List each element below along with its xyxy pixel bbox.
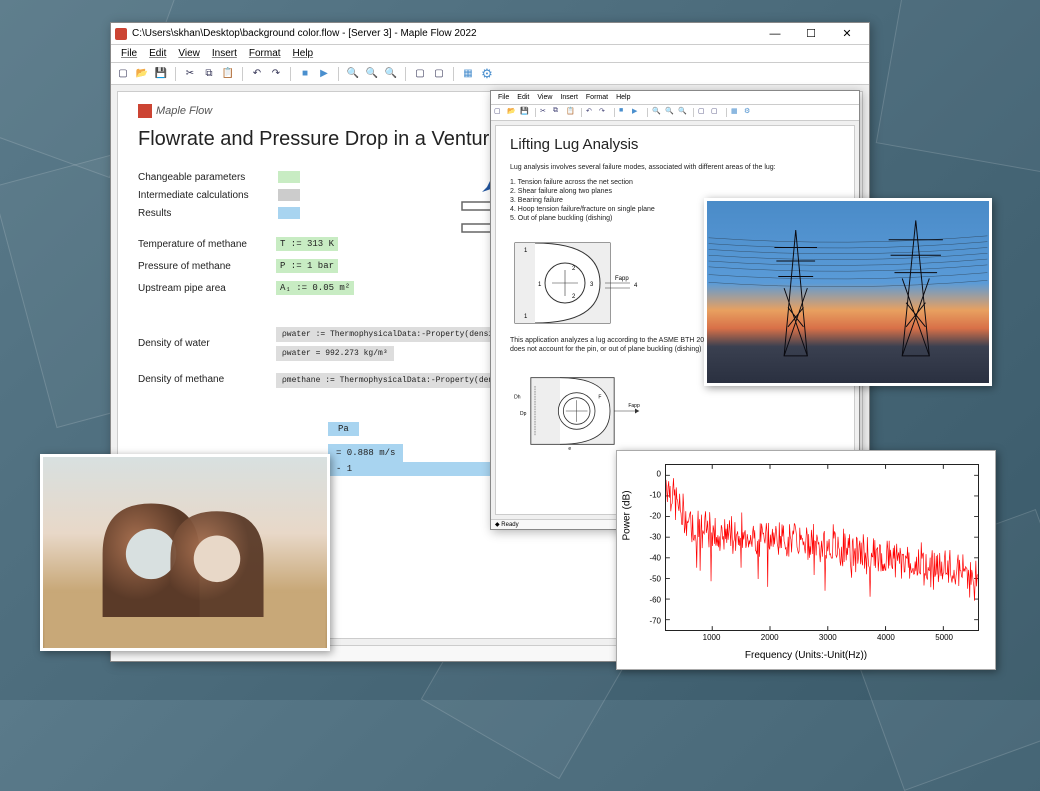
sec-toolbar: ▢ 📂 💾 ✂ ⧉ 📋 ↶ ↷ ■ ▶ 🔍 🔍 🔍 ▢ ▢ ▦ ⚙ — [491, 105, 859, 121]
density-water-label: Density of water — [138, 338, 268, 349]
sec-menu-format[interactable]: Format — [582, 94, 612, 101]
sec-gear-icon[interactable]: ⚙ — [744, 107, 755, 118]
sec-intro: Lug analysis involves several failure mo… — [510, 163, 840, 172]
sec-paste-icon[interactable]: 📋 — [566, 107, 577, 118]
sec-open-icon[interactable]: 📂 — [507, 107, 518, 118]
zoom-in-icon[interactable]: 🔍 — [345, 66, 361, 82]
menu-file[interactable]: File — [115, 48, 143, 59]
menu-format[interactable]: Format — [243, 48, 287, 59]
chart-ylabel: Power (dB) — [622, 490, 633, 540]
titlebar[interactable]: C:\Users\skhan\Desktop\background color.… — [111, 23, 869, 45]
doc-logo: Maple Flow — [138, 104, 212, 118]
sec-grid-icon[interactable]: ▦ — [731, 107, 742, 118]
open-icon[interactable]: 📂 — [134, 66, 150, 82]
minimize-button[interactable]: — — [757, 24, 793, 44]
param-area-value[interactable]: A₁ := 0.05 m² — [276, 281, 354, 295]
density-methane-label: Density of methane — [138, 374, 268, 385]
sec-save-icon[interactable]: 💾 — [520, 107, 531, 118]
sec-cut-icon[interactable]: ✂ — [540, 107, 551, 118]
svg-text:Dh: Dh — [514, 394, 521, 400]
svg-text:F: F — [598, 394, 601, 400]
save-icon[interactable]: 💾 — [153, 66, 169, 82]
sec-menu-edit[interactable]: Edit — [513, 94, 533, 101]
close-button[interactable]: ✕ — [829, 24, 865, 44]
list-item: 1. Tension failure across the net sectio… — [510, 178, 840, 187]
density-water-result: ρwater = 992.273 kg/m³ — [276, 346, 394, 361]
sec-stop-icon[interactable]: ■ — [619, 107, 630, 118]
paste-icon[interactable]: 📋 — [220, 66, 236, 82]
cut-icon[interactable]: ✂ — [182, 66, 198, 82]
spectrum-chart: Power (dB) Frequency (Units:-Unit(Hz)) 0… — [616, 450, 996, 670]
chart-xlabel: Frequency (Units:-Unit(Hz)) — [745, 650, 867, 661]
zoom-fit-icon[interactable]: 🔍 — [383, 66, 399, 82]
svg-text:Fapp: Fapp — [615, 276, 629, 282]
doc-logo-text: Maple Flow — [156, 105, 212, 117]
redo-icon[interactable]: ↷ — [268, 66, 284, 82]
legend-changeable: Changeable parameters — [138, 172, 268, 183]
maximize-button[interactable]: ☐ — [793, 24, 829, 44]
list-item: 2. Shear failure along two planes — [510, 187, 840, 196]
param-temp-value[interactable]: T := 313 K — [276, 237, 338, 251]
run-icon[interactable]: ▶ — [316, 66, 332, 82]
sec-zoom-in-icon[interactable]: 🔍 — [652, 107, 663, 118]
param-press-value[interactable]: P := 1 bar — [276, 259, 338, 273]
swatch-green — [278, 171, 300, 183]
param-press-label: Pressure of methane — [138, 261, 268, 272]
result-velocity: = 0.888 m/s — [328, 444, 403, 462]
sec-title: Lifting Lug Analysis — [510, 136, 840, 153]
undo-icon[interactable]: ↶ — [249, 66, 265, 82]
sec-zoom-out-icon[interactable]: 🔍 — [665, 107, 676, 118]
menu-help[interactable]: Help — [287, 48, 320, 59]
swatch-blue — [278, 207, 300, 219]
swatch-gray — [278, 189, 300, 201]
param-temp-label: Temperature of methane — [138, 239, 268, 250]
doc-icon[interactable]: ▢ — [412, 66, 428, 82]
sec-status-text: Ready — [501, 522, 518, 528]
svg-text:e: e — [568, 446, 571, 452]
mapleflow-logo-icon — [138, 104, 152, 118]
sec-undo-icon[interactable]: ↶ — [586, 107, 597, 118]
sec-new-icon[interactable]: ▢ — [494, 107, 505, 118]
sec-redo-icon[interactable]: ↷ — [599, 107, 610, 118]
menu-edit[interactable]: Edit — [143, 48, 172, 59]
legend-results: Results — [138, 208, 268, 219]
param-area-label: Upstream pipe area — [138, 283, 268, 294]
new-icon[interactable]: ▢ — [115, 66, 131, 82]
toolbar: ▢ 📂 💾 ✂ ⧉ 📋 ↶ ↷ ■ ▶ 🔍 🔍 🔍 ▢ ▢ ▦ ⚙ — [111, 63, 869, 85]
menu-insert[interactable]: Insert — [206, 48, 243, 59]
menubar: File Edit View Insert Format Help — [111, 45, 869, 63]
photo-lifting-lugs — [40, 454, 330, 651]
photo-powerlines — [704, 198, 992, 386]
result-pa: Pa — [328, 422, 359, 436]
zoom-out-icon[interactable]: 🔍 — [364, 66, 380, 82]
window-title: C:\Users\skhan\Desktop\background color.… — [132, 28, 757, 39]
stop-icon[interactable]: ■ — [297, 66, 313, 82]
lug-diagram-2: Dh Dp F Fapp e — [510, 366, 660, 456]
doc2-icon[interactable]: ▢ — [431, 66, 447, 82]
gear-icon[interactable]: ⚙ — [479, 66, 495, 82]
sec-run-icon[interactable]: ▶ — [632, 107, 643, 118]
chart-plot-area — [665, 464, 979, 631]
svg-text:Dp: Dp — [520, 411, 527, 417]
sec-menu-view[interactable]: View — [533, 94, 556, 101]
chart-y-ticks: 0-10-20-30-40-50-60-70 — [643, 464, 663, 631]
svg-text:Fapp: Fapp — [628, 403, 640, 409]
sec-menu-help[interactable]: Help — [612, 94, 634, 101]
sec-menu-insert[interactable]: Insert — [556, 94, 582, 101]
sec-zoom-fit-icon[interactable]: 🔍 — [678, 107, 689, 118]
sec-copy-icon[interactable]: ⧉ — [553, 107, 564, 118]
copy-icon[interactable]: ⧉ — [201, 66, 217, 82]
sec-menubar: File Edit View Insert Format Help — [491, 91, 859, 105]
menu-view[interactable]: View — [172, 48, 206, 59]
grid-icon[interactable]: ▦ — [460, 66, 476, 82]
sec-doc-icon[interactable]: ▢ — [698, 107, 709, 118]
sec-doc2-icon[interactable]: ▢ — [711, 107, 722, 118]
sec-menu-file[interactable]: File — [494, 94, 513, 101]
chart-x-ticks: 10002000300040005000 — [665, 633, 979, 645]
lug-diagram-1: 2 2 1 1 1 3 Fapp 4 — [510, 238, 660, 328]
legend-intermediate: Intermediate calculations — [138, 190, 268, 201]
svg-text:4: 4 — [634, 283, 638, 289]
app-icon — [115, 28, 127, 40]
